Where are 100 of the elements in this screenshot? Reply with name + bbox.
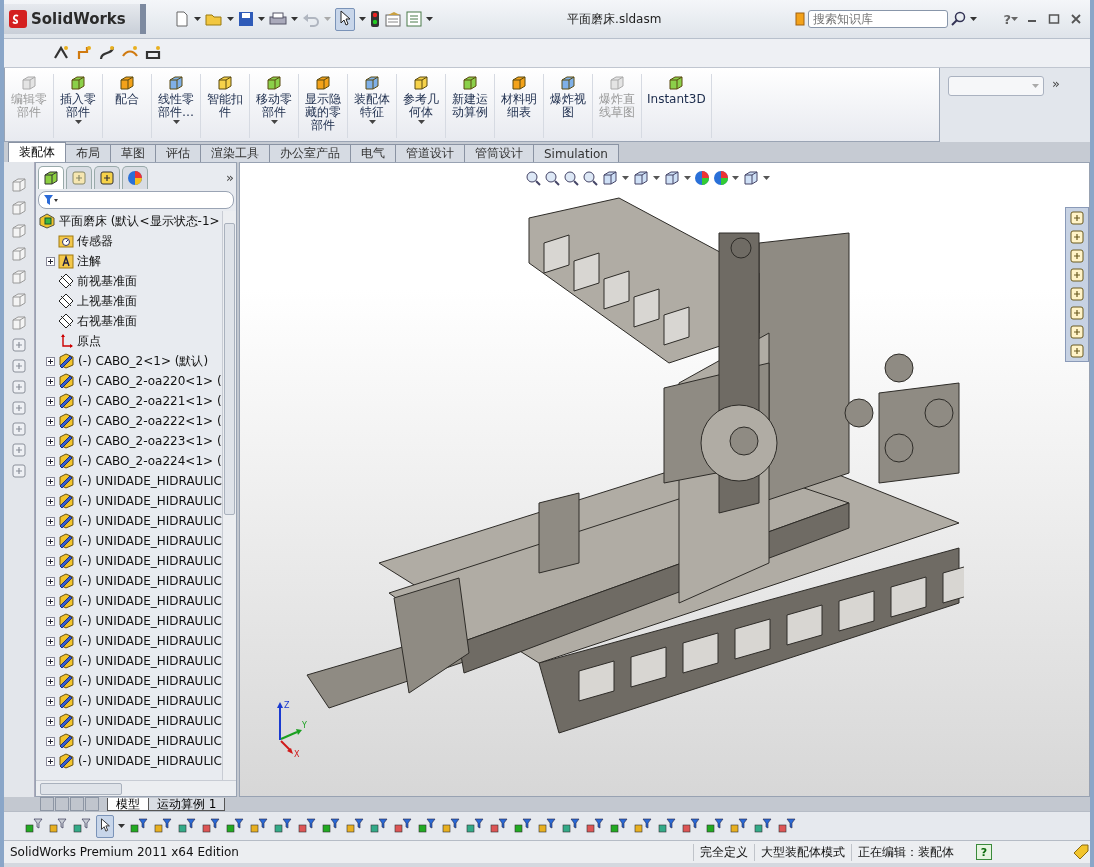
search-field[interactable]: 搜索知识库 [808,10,949,28]
component-icon[interactable] [265,74,283,92]
caret-icon[interactable] [172,120,180,124]
expand-icon[interactable] [46,676,55,686]
expand-icon[interactable] [46,716,55,726]
view-orientation-icon[interactable] [601,169,619,187]
component-icon[interactable] [363,74,381,92]
caret-icon[interactable] [763,176,770,180]
expand-icon[interactable] [46,616,55,626]
expand-icon[interactable] [46,376,55,386]
tree-item[interactable]: (-) CABO_2<1> (默认) [78,352,209,370]
ribbon-button[interactable]: 线性零部件… [152,74,201,138]
tree-item[interactable]: (-) CABO_2-oa220<1> ( [78,374,222,388]
tree-item[interactable]: (-) UNIDADE_HIDRAULIC [77,574,222,588]
tag-icon[interactable] [1072,844,1090,860]
expand-icon[interactable] [46,476,55,486]
selection-filter-icon[interactable] [177,817,197,835]
selection-filter-icon[interactable] [513,817,533,835]
command-tab[interactable]: 办公室产品 [269,144,351,162]
tube-icon[interactable] [98,44,116,62]
caret-icon[interactable] [732,176,739,180]
caret-icon[interactable] [227,17,234,21]
caret-icon[interactable] [270,120,278,124]
filter-field[interactable] [38,191,234,209]
tree-item[interactable]: (-) CABO_2-oa223<1> ( [78,434,222,448]
expand-icon[interactable] [46,396,55,406]
expand-icon[interactable] [46,356,55,366]
expand-icon[interactable] [46,656,55,666]
tree-item[interactable]: (-) UNIDADE_HIDRAULIC [77,654,222,668]
component-icon[interactable] [69,74,87,92]
zoom-fit-icon[interactable] [525,170,541,186]
tree-item[interactable]: (-) UNIDADE_HIDRAULIC [77,594,222,608]
printer-icon[interactable] [269,11,287,27]
selection-filter-icon[interactable] [249,817,269,835]
scene-icon[interactable] [713,170,729,186]
tree-item[interactable]: (-) UNIDADE_HIDRAULIC [77,754,222,768]
tree-item[interactable]: (-) UNIDADE_HIDRAULIC [77,674,222,688]
selection-filter-icon[interactable] [201,817,221,835]
ribbon-button[interactable]: 移动零部件 [250,74,299,138]
component-icon[interactable] [118,74,136,92]
expand-icon[interactable] [46,576,55,586]
expand-icon[interactable] [46,736,55,746]
save-icon[interactable] [238,11,254,27]
ribbon-button[interactable]: 材料明细表 [495,74,544,138]
tree-item[interactable]: (-) CABO_2-oa224<1> ( [78,454,222,468]
selection-filter-icon[interactable] [705,817,725,835]
selection-filter-icon[interactable] [24,817,44,835]
component-icon[interactable] [461,74,479,92]
tree-item[interactable]: 传感器 [77,232,113,250]
caret-icon[interactable] [258,17,265,21]
ribbon-button[interactable]: Instant3D [642,74,712,138]
tree-item[interactable]: 上视基准面 [77,292,137,310]
expand-icon[interactable] [46,456,55,466]
expand-panel-button[interactable]: » [226,170,234,185]
expand-icon[interactable] [46,636,55,646]
expand-icon[interactable] [46,436,55,446]
zoom-area-icon[interactable] [544,170,560,186]
selection-filter-icon[interactable] [585,817,605,835]
more-button[interactable]: » [1052,76,1060,91]
component-icon[interactable] [559,74,577,92]
close-icon[interactable] [1070,13,1082,25]
select-tool-button[interactable] [96,814,114,838]
pipe-icon[interactable] [75,44,93,62]
caret-icon[interactable] [1011,17,1018,21]
selection-filter-icon[interactable] [153,817,173,835]
caret-icon[interactable] [653,176,660,180]
tree-item[interactable]: 前视基准面 [77,272,137,290]
horizontal-scrollbar[interactable] [36,780,236,796]
expand-icon[interactable] [46,756,55,766]
caret-icon[interactable] [291,17,298,21]
model-tab[interactable]: 模型 [107,798,149,811]
command-tab[interactable]: Simulation [533,144,619,162]
command-tab[interactable]: 渲染工具 [200,144,270,162]
display-style-icon[interactable] [632,169,650,187]
selection-filter-icon[interactable] [777,817,797,835]
panel-tab[interactable] [122,166,148,189]
component-icon[interactable] [412,74,430,92]
maximize-icon[interactable] [1048,13,1060,25]
graphics-viewport[interactable]: Z Y X [239,162,1090,797]
vertical-scrollbar[interactable] [222,211,236,780]
selection-filter-icon[interactable] [321,817,341,835]
expand-icon[interactable] [46,536,55,546]
tree-item[interactable]: (-) UNIDADE_HIDRAULIC [77,494,222,508]
expand-icon[interactable] [46,696,55,706]
caret-icon[interactable] [74,120,82,124]
component-icon[interactable] [216,74,234,92]
expand-icon[interactable] [46,596,55,606]
tree-item[interactable]: (-) UNIDADE_HIDRAULIC [77,694,222,708]
tree-item[interactable]: 右视基准面 [77,312,137,330]
caret-icon[interactable] [368,120,376,124]
ribbon-button[interactable]: 新建运动算例 [446,74,495,138]
component-icon[interactable] [167,74,185,92]
panel-tab[interactable] [94,166,120,189]
selection-filter-icon[interactable] [129,817,149,835]
selection-filter-icon[interactable] [537,817,557,835]
command-tab[interactable]: 电气 [350,144,396,162]
ribbon-button[interactable]: 插入零部件 [54,74,103,138]
expand-icon[interactable] [46,496,55,506]
tree-item[interactable]: (-) UNIDADE_HIDRAULIC [77,734,222,748]
command-tab[interactable]: 装配体 [8,142,66,162]
